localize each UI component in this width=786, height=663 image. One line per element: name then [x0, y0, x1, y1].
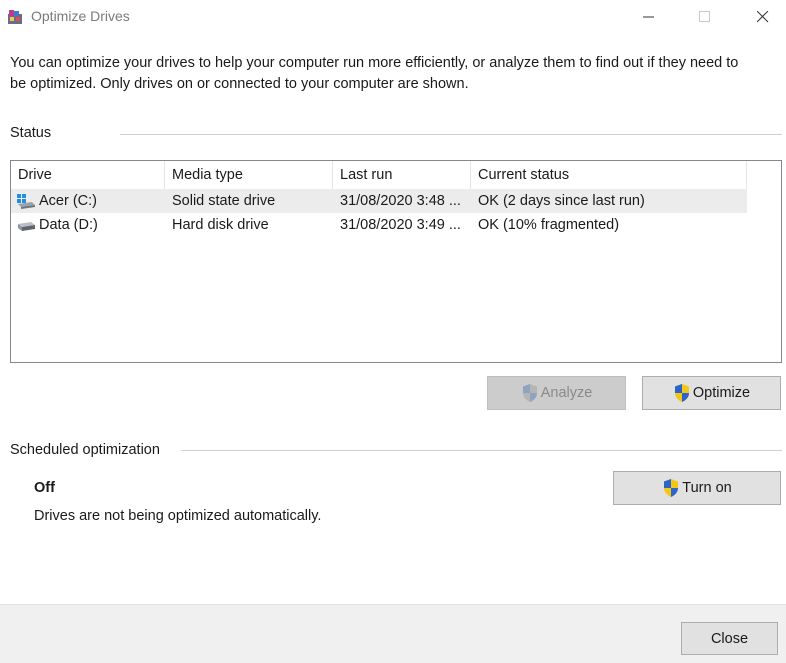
close-icon: [757, 11, 769, 23]
close-window-button[interactable]: [740, 0, 786, 34]
drives-list-header: Drive Media type Last run Current status: [11, 161, 781, 189]
drive-last-run: 31/08/2020 3:48 ...: [340, 193, 461, 209]
uac-shield-icon: [522, 384, 537, 402]
intro-text: You can optimize your drives to help you…: [10, 55, 739, 92]
window-title: Optimize Drives: [31, 8, 130, 24]
analyze-label: Analyze: [540, 385, 593, 401]
dialog-footer: Close: [0, 604, 786, 663]
status-section-label: Status: [10, 125, 52, 141]
minimize-button[interactable]: [626, 0, 672, 34]
close-label: Close: [710, 630, 749, 647]
drives-list[interactable]: Drive Media type Last run Current status…: [10, 160, 782, 363]
title-bar: Optimize Drives: [0, 0, 786, 34]
scheduled-section-label: Scheduled optimization: [10, 442, 160, 458]
scheduled-divider: [181, 450, 782, 451]
drive-row-c[interactable]: Acer (C:) Solid state drive 31/08/2020 3…: [11, 189, 747, 213]
column-header-media-type[interactable]: Media type: [165, 161, 333, 189]
analyze-button[interactable]: Analyze: [487, 376, 626, 410]
close-button[interactable]: Close: [681, 622, 778, 655]
turn-on-button[interactable]: Turn on: [613, 471, 781, 505]
drive-name: Acer (C:): [39, 193, 97, 209]
turn-on-label: Turn on: [682, 480, 732, 496]
hard-drive-icon: [18, 222, 35, 231]
column-header-current-status[interactable]: Current status: [471, 161, 747, 189]
drive-current-status: OK (2 days since last run): [478, 193, 645, 209]
schedule-state: Off: [34, 480, 55, 496]
maximize-icon: [699, 11, 710, 22]
optimize-drives-app-icon: [8, 10, 22, 24]
optimize-label: Optimize: [692, 385, 751, 401]
drive-media-type: Solid state drive: [172, 193, 276, 209]
drive-row-d[interactable]: Data (D:) Hard disk drive 31/08/2020 3:4…: [11, 213, 747, 237]
drive-current-status: OK (10% fragmented): [478, 217, 620, 233]
schedule-description: Drives are not being optimized automatic…: [34, 508, 322, 524]
uac-shield-icon: [664, 479, 679, 497]
minimize-icon: [643, 16, 654, 18]
uac-shield-icon: [674, 384, 689, 402]
maximize-button[interactable]: [682, 0, 728, 34]
windows-drive-icon: [17, 194, 35, 209]
drive-media-type: Hard disk drive: [172, 217, 269, 233]
column-header-drive[interactable]: Drive: [11, 161, 165, 189]
drive-last-run: 31/08/2020 3:49 ...: [340, 217, 461, 233]
optimize-button[interactable]: Optimize: [642, 376, 781, 410]
drive-name: Data (D:): [39, 217, 98, 233]
status-divider: [120, 134, 782, 135]
column-header-last-run[interactable]: Last run: [333, 161, 471, 189]
